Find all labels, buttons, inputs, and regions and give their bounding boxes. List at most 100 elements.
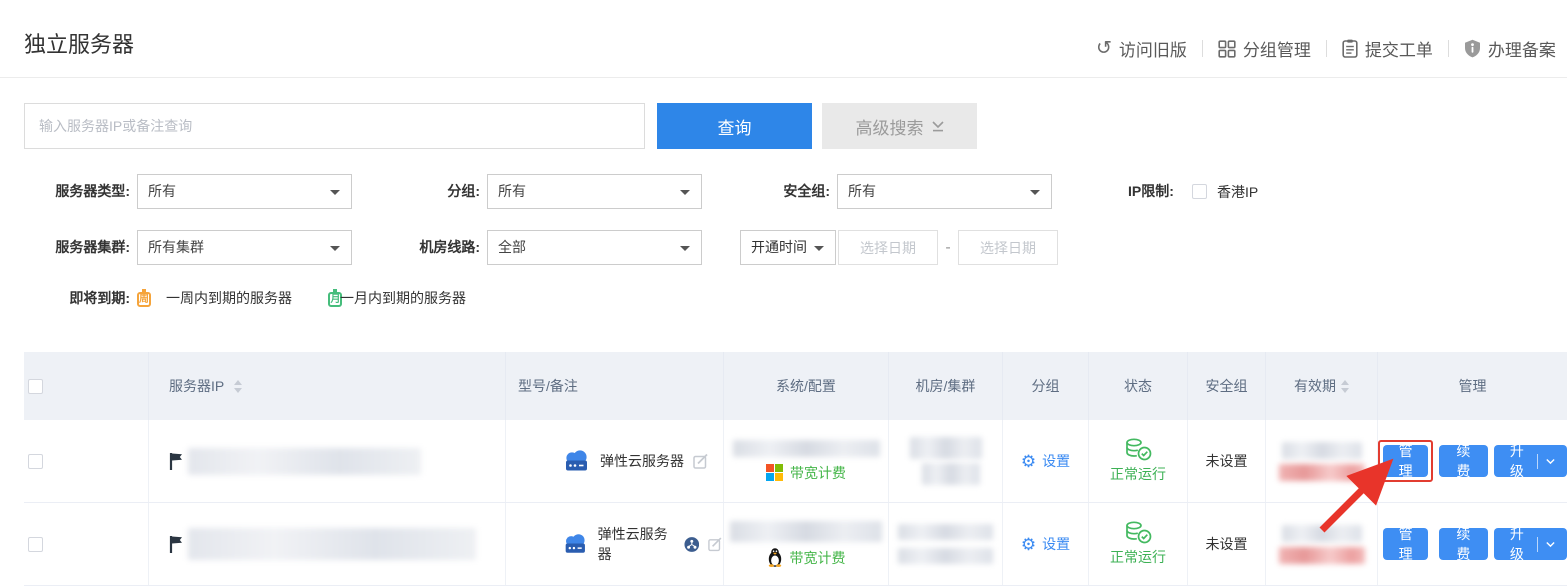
edit-remark-icon[interactable]: [708, 536, 723, 552]
group-management-label: 分组管理: [1243, 36, 1311, 61]
redacted-expire-date: [1279, 464, 1365, 481]
week-expiry-text: 一周内到期的服务器: [166, 285, 292, 311]
security-group-filter-label: 安全组:: [702, 174, 830, 209]
select-all-checkbox[interactable]: [28, 379, 43, 394]
submit-ticket-link[interactable]: 提交工单: [1342, 36, 1433, 61]
advanced-search-label: 高级搜索: [856, 114, 924, 139]
shield-icon: [1464, 39, 1481, 58]
gear-icon: ⚙: [1021, 536, 1036, 553]
upgrade-button[interactable]: 升级: [1494, 445, 1567, 477]
group-select[interactable]: 所有: [487, 174, 702, 209]
security-group-value: 未设置: [1206, 534, 1248, 554]
date-end-input[interactable]: [958, 230, 1058, 265]
server-type-label: 服务器类型:: [0, 174, 130, 209]
filing-record-link[interactable]: 办理备案: [1464, 36, 1556, 61]
divider: [1537, 454, 1538, 469]
redacted-open-date: [1282, 442, 1362, 459]
divider: [1448, 40, 1449, 57]
table-row: 弹性云服务器 带宽计费 ⚙: [24, 420, 1567, 503]
hk-ip-option-label: 香港IP: [1217, 179, 1258, 205]
time-type-select[interactable]: 开通时间: [740, 230, 836, 265]
chevron-down-icon: [932, 121, 944, 132]
date-range-separator: -: [941, 230, 955, 265]
divider: [1326, 40, 1327, 57]
redacted-cluster: [898, 548, 993, 564]
submit-ticket-label: 提交工单: [1365, 36, 1433, 61]
grid-icon: [1218, 40, 1236, 58]
flag-icon: [169, 535, 183, 554]
group-setting-link[interactable]: ⚙ 设置: [1021, 451, 1070, 471]
edit-remark-icon[interactable]: [693, 453, 709, 469]
cluster-select[interactable]: 所有集群: [137, 230, 352, 265]
page-title: 独立服务器: [24, 27, 134, 59]
security-group-select[interactable]: 所有: [837, 174, 1052, 209]
visit-old-version-link[interactable]: ↺ 访问旧版: [1096, 36, 1187, 61]
manage-button[interactable]: 管理: [1383, 445, 1428, 477]
cluster-label: 服务器集群:: [0, 230, 130, 265]
line-label: 机房线路:: [352, 230, 480, 265]
col-header-model: 型号/备注: [505, 352, 723, 420]
running-status-icon: [1125, 438, 1152, 461]
windows-logo-icon: [766, 464, 783, 481]
server-model-label: 弹性云服务器: [600, 451, 684, 471]
redacted-room: [898, 524, 993, 540]
linux-tux-icon: [767, 548, 783, 567]
divider: [0, 77, 1567, 78]
col-header-validity[interactable]: 有效期: [1265, 352, 1377, 420]
billing-type-label: 带宽计费: [790, 463, 846, 483]
cloud-server-icon: [562, 532, 589, 556]
chevron-down-icon: [1546, 458, 1555, 465]
divider: [1537, 537, 1538, 552]
col-header-group: 分组: [1002, 352, 1088, 420]
redacted-room: [910, 437, 982, 459]
row-checkbox[interactable]: [28, 537, 43, 552]
row-checkbox[interactable]: [28, 454, 43, 469]
status-label: 正常运行: [1110, 547, 1166, 567]
week-calendar-icon[interactable]: 周: [137, 292, 151, 307]
status-label: 正常运行: [1110, 464, 1166, 484]
redacted-config: [730, 521, 882, 542]
line-select[interactable]: 全部: [487, 230, 702, 265]
divider: [1202, 40, 1203, 57]
table-header-row: 服务器IP 型号/备注 系统/配置 机房/集群 分组 状态 安全组 有效期 管理: [24, 352, 1567, 420]
month-expiry-text: 一月内到期的服务器: [340, 285, 466, 311]
group-management-link[interactable]: 分组管理: [1218, 36, 1311, 61]
chevron-down-icon: [1546, 541, 1555, 548]
hk-ip-checkbox[interactable]: [1192, 184, 1207, 199]
redacted-server-ip: [188, 448, 421, 475]
sort-icon[interactable]: [234, 380, 242, 393]
group-setting-link[interactable]: ⚙ 设置: [1021, 534, 1070, 554]
advanced-search-button[interactable]: 高级搜索: [822, 103, 977, 149]
running-status-icon: [1125, 521, 1152, 544]
cluster-badge-icon: [684, 536, 700, 553]
flag-icon: [169, 452, 183, 471]
renew-button[interactable]: 续费: [1439, 445, 1487, 477]
query-button[interactable]: 查询: [657, 103, 812, 149]
security-group-value: 未设置: [1206, 451, 1248, 471]
col-header-manage: 管理: [1377, 352, 1567, 420]
sort-icon[interactable]: [1341, 380, 1349, 393]
search-input[interactable]: [24, 103, 645, 149]
renew-button[interactable]: 续费: [1439, 528, 1487, 560]
col-header-server-ip[interactable]: 服务器IP: [148, 352, 505, 420]
expiry-label: 即将到期:: [0, 285, 130, 311]
col-header-system: 系统/配置: [723, 352, 888, 420]
cloud-server-icon: [562, 449, 591, 473]
gear-icon: ⚙: [1021, 453, 1036, 470]
col-header-security: 安全组: [1187, 352, 1265, 420]
clipboard-icon: [1342, 39, 1358, 58]
upgrade-button[interactable]: 升级: [1494, 528, 1567, 560]
server-model-label: 弹性云服务器: [598, 524, 675, 564]
billing-type-label: 带宽计费: [790, 548, 846, 568]
manage-button-wrap: 管理: [1378, 523, 1433, 565]
table-row: 弹性云服务器: [24, 503, 1567, 586]
filing-record-label: 办理备案: [1488, 36, 1556, 61]
date-start-input[interactable]: [838, 230, 938, 265]
col-header-status: 状态: [1088, 352, 1187, 420]
redacted-open-date: [1282, 525, 1362, 542]
manage-button[interactable]: 管理: [1383, 528, 1428, 560]
visit-old-version-label: 访问旧版: [1119, 36, 1187, 61]
server-type-select[interactable]: 所有: [137, 174, 352, 209]
redacted-expire-date: [1279, 547, 1365, 564]
ip-limit-label: IP限制:: [1128, 174, 1188, 209]
